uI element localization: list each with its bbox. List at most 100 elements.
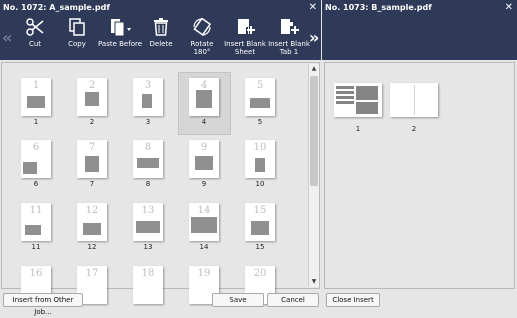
right-toolbar-area <box>322 15 517 60</box>
page-artwork <box>195 156 213 170</box>
page-preview-number: 9 <box>200 142 208 153</box>
page-number-label: 4 <box>201 118 207 126</box>
page-preview: 5 <box>245 78 275 116</box>
cut-button[interactable]: Cut <box>22 18 48 60</box>
scroll-up-icon[interactable]: ▲ <box>309 64 319 74</box>
paste-icon <box>111 19 131 36</box>
page-thumbnail[interactable]: 15 15 <box>245 203 275 251</box>
page-number-label: 8 <box>145 180 151 188</box>
close-insert-button[interactable]: Close Insert <box>326 293 380 307</box>
page-artwork <box>250 98 270 108</box>
page-preview: 13 <box>133 203 163 241</box>
page-preview-number: 1 <box>32 80 40 91</box>
close-icon[interactable]: ✕ <box>505 0 513 15</box>
right-window-title: No. 1073: B_sample.pdf <box>325 3 432 12</box>
insert-blank-sheet-button[interactable]: Insert Blank Sheet <box>224 18 266 60</box>
page-preview-number: 6 <box>32 142 40 153</box>
page-artwork <box>85 92 99 106</box>
scroll-down-icon[interactable]: ▼ <box>309 277 319 287</box>
insert-from-other-job-button[interactable]: Insert from Other Job... <box>3 293 83 316</box>
page-artwork <box>191 217 217 233</box>
page-thumbnail[interactable]: 22 <box>77 78 107 126</box>
insert-tab-icon <box>281 19 299 34</box>
rotate-icon <box>193 18 212 36</box>
cancel-button[interactable]: Cancel <box>267 293 319 307</box>
scrollbar-thumb[interactable] <box>310 76 318 186</box>
page-thumbnail[interactable]: 99 <box>189 140 219 188</box>
rotate-180-button[interactable]: Rotate 180° <box>182 18 222 60</box>
page-artwork <box>336 91 354 94</box>
page-artwork <box>251 221 269 235</box>
page-preview: 9 <box>189 140 219 178</box>
page-artwork <box>85 156 99 172</box>
page-number-label: 7 <box>89 180 95 188</box>
paste-before-label: Paste Before <box>98 40 143 48</box>
page-number-label: 2 <box>411 125 417 133</box>
page-number-label: 15 <box>255 243 265 251</box>
page-thumbnail[interactable]: 33 <box>133 78 163 126</box>
page-preview-number: 8 <box>144 142 152 153</box>
page-thumbnail[interactable]: 13 13 <box>133 203 163 251</box>
copy-button[interactable]: Copy <box>62 18 92 60</box>
page-preview: 2 <box>77 78 107 116</box>
page-preview-number: 10 <box>253 142 267 153</box>
page-preview-number: 15 <box>253 205 267 216</box>
page-artwork <box>255 158 265 172</box>
page-preview: 14 <box>189 203 219 241</box>
page-thumbnail[interactable]: 10 10 <box>245 140 275 188</box>
page-thumbnail[interactable]: 66 <box>21 140 51 188</box>
page-preview: 12 <box>77 203 107 241</box>
left-scrollbar[interactable]: ▲ ▼ <box>308 64 319 287</box>
page-thumbnail[interactable]: 55 <box>245 78 275 126</box>
page-preview: 8 <box>133 140 163 178</box>
page-artwork <box>23 162 37 174</box>
insert-blank-tab-label-2: Tab 1 <box>279 48 299 56</box>
page-preview: 3 <box>133 78 163 116</box>
insert-blank-sheet-label-2: Sheet <box>234 48 256 56</box>
delete-label: Delete <box>149 40 173 48</box>
page-preview: 18 <box>133 266 163 304</box>
page-artwork <box>27 96 45 108</box>
left-window-title: No. 1072: A_sample.pdf <box>3 3 110 12</box>
insert-blank-sheet-label-1: Insert Blank <box>224 40 266 48</box>
insert-blank-tab-label-1: Insert Blank <box>268 40 310 48</box>
page-artwork <box>142 94 152 108</box>
paste-before-button[interactable]: Paste Before <box>98 18 142 60</box>
page-thumbnail[interactable]: 88 <box>133 140 163 188</box>
page-preview: 1 <box>21 78 51 116</box>
page-thumbnail[interactable]: 11 <box>21 78 51 126</box>
page-artwork <box>356 86 378 100</box>
page-thumbnail[interactable]: 44 <box>189 78 219 126</box>
page-artwork <box>136 221 160 233</box>
page-artwork <box>336 86 354 89</box>
page-artwork <box>25 225 41 235</box>
page-artwork <box>196 90 212 108</box>
page-thumbnail[interactable]: 77 <box>77 140 107 188</box>
insert-blank-tab-button[interactable]: Insert Blank Tab 1 <box>268 18 310 60</box>
page-number-label: 1 <box>355 125 361 133</box>
save-button[interactable]: Save <box>212 293 264 307</box>
page-number-label: 14 <box>199 243 209 251</box>
close-icon[interactable]: ✕ <box>309 0 317 15</box>
page-thumbnail[interactable]: 2 <box>390 83 438 133</box>
page-number-label: 6 <box>33 180 39 188</box>
page-number-label: 5 <box>257 118 263 126</box>
page-preview: 11 <box>21 203 51 241</box>
toolbar-scroll-left-icon[interactable]: « <box>2 28 12 47</box>
cut-label: Cut <box>28 40 42 48</box>
page-thumbnail[interactable]: 1818 <box>133 266 163 314</box>
delete-button[interactable]: Delete <box>148 18 174 60</box>
page-artwork <box>137 158 159 168</box>
page-preview: 10 <box>245 140 275 178</box>
page-thumbnail[interactable]: 12 12 <box>77 203 107 251</box>
page-artwork <box>336 101 354 104</box>
page-thumbnail[interactable]: 1 <box>334 83 382 133</box>
page-thumbnail[interactable]: 14 14 <box>189 203 219 251</box>
page-artwork <box>83 223 101 235</box>
page-preview-number: 16 <box>29 268 43 279</box>
page-thumbnail[interactable]: 11 11 <box>21 203 51 251</box>
page-fold-line <box>414 85 415 115</box>
page-preview: 15 <box>245 203 275 241</box>
toolbar-scroll-right-icon[interactable]: » <box>309 28 319 47</box>
page-number-label: 11 <box>31 243 41 251</box>
